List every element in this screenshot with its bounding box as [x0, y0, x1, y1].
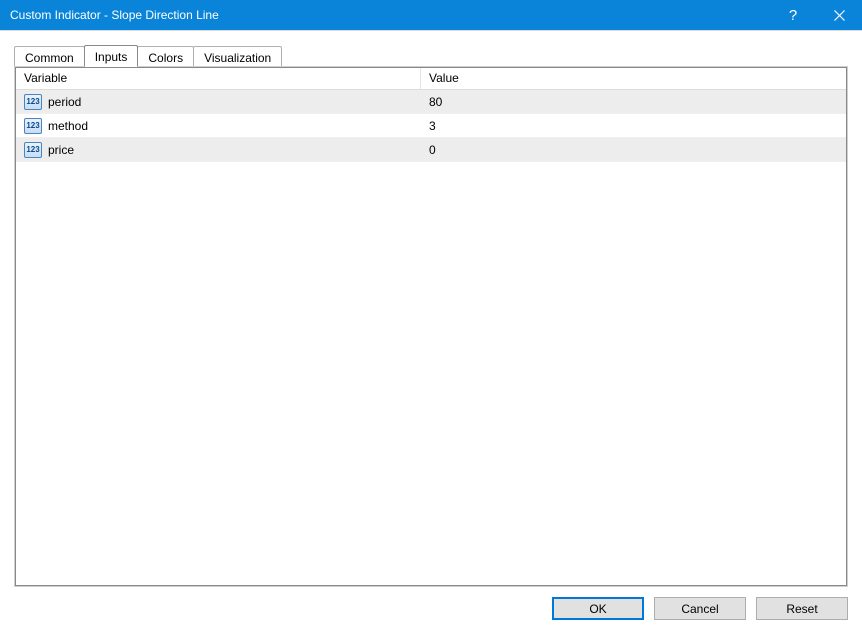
- variable-name: price: [48, 143, 74, 157]
- window-title: Custom Indicator - Slope Direction Line: [10, 8, 770, 22]
- tab-common-label: Common: [25, 51, 74, 65]
- tab-inputs-label: Inputs: [95, 50, 128, 64]
- table-row[interactable]: 123 period 80: [16, 90, 846, 114]
- tab-panel-inputs: Variable Value 123 period 80 123 m: [14, 66, 848, 587]
- value-text: 80: [429, 95, 442, 109]
- integer-icon: 123: [24, 118, 42, 134]
- reset-button-label: Reset: [786, 602, 817, 616]
- table-row[interactable]: 123 price 0: [16, 138, 846, 162]
- tab-common[interactable]: Common: [14, 46, 85, 66]
- cancel-button-label: Cancel: [681, 602, 718, 616]
- close-button[interactable]: [816, 0, 862, 30]
- titlebar: Custom Indicator - Slope Direction Line …: [0, 0, 862, 30]
- header-value[interactable]: Value: [421, 68, 846, 89]
- tab-colors[interactable]: Colors: [137, 46, 194, 66]
- variable-cell: 123 price: [16, 138, 421, 161]
- variable-name: method: [48, 119, 88, 133]
- tab-inputs[interactable]: Inputs: [84, 45, 139, 67]
- value-cell[interactable]: 80: [421, 90, 846, 113]
- integer-icon: 123: [24, 94, 42, 110]
- variable-name: period: [48, 95, 81, 109]
- tab-visualization-label: Visualization: [204, 51, 271, 65]
- value-text: 3: [429, 119, 436, 133]
- cancel-button[interactable]: Cancel: [654, 597, 746, 620]
- inputs-grid: Variable Value 123 period 80 123 m: [15, 67, 847, 586]
- value-cell[interactable]: 0: [421, 138, 846, 161]
- variable-cell: 123 period: [16, 90, 421, 113]
- value-cell[interactable]: 3: [421, 114, 846, 137]
- ok-button-label: OK: [589, 602, 606, 616]
- header-variable[interactable]: Variable: [16, 68, 421, 89]
- tab-visualization[interactable]: Visualization: [193, 46, 282, 66]
- tab-colors-label: Colors: [148, 51, 183, 65]
- tab-strip: Common Inputs Colors Visualization: [14, 45, 848, 67]
- help-button[interactable]: ?: [770, 0, 816, 30]
- close-icon: [834, 10, 845, 21]
- integer-icon: 123: [24, 142, 42, 158]
- variable-cell: 123 method: [16, 114, 421, 137]
- dialog-button-row: OK Cancel Reset: [14, 587, 848, 621]
- dialog-client: Common Inputs Colors Visualization Varia…: [0, 30, 862, 631]
- table-row[interactable]: 123 method 3: [16, 114, 846, 138]
- grid-body: 123 period 80 123 method 3: [16, 90, 846, 585]
- reset-button[interactable]: Reset: [756, 597, 848, 620]
- grid-header: Variable Value: [16, 68, 846, 90]
- ok-button[interactable]: OK: [552, 597, 644, 620]
- value-text: 0: [429, 143, 436, 157]
